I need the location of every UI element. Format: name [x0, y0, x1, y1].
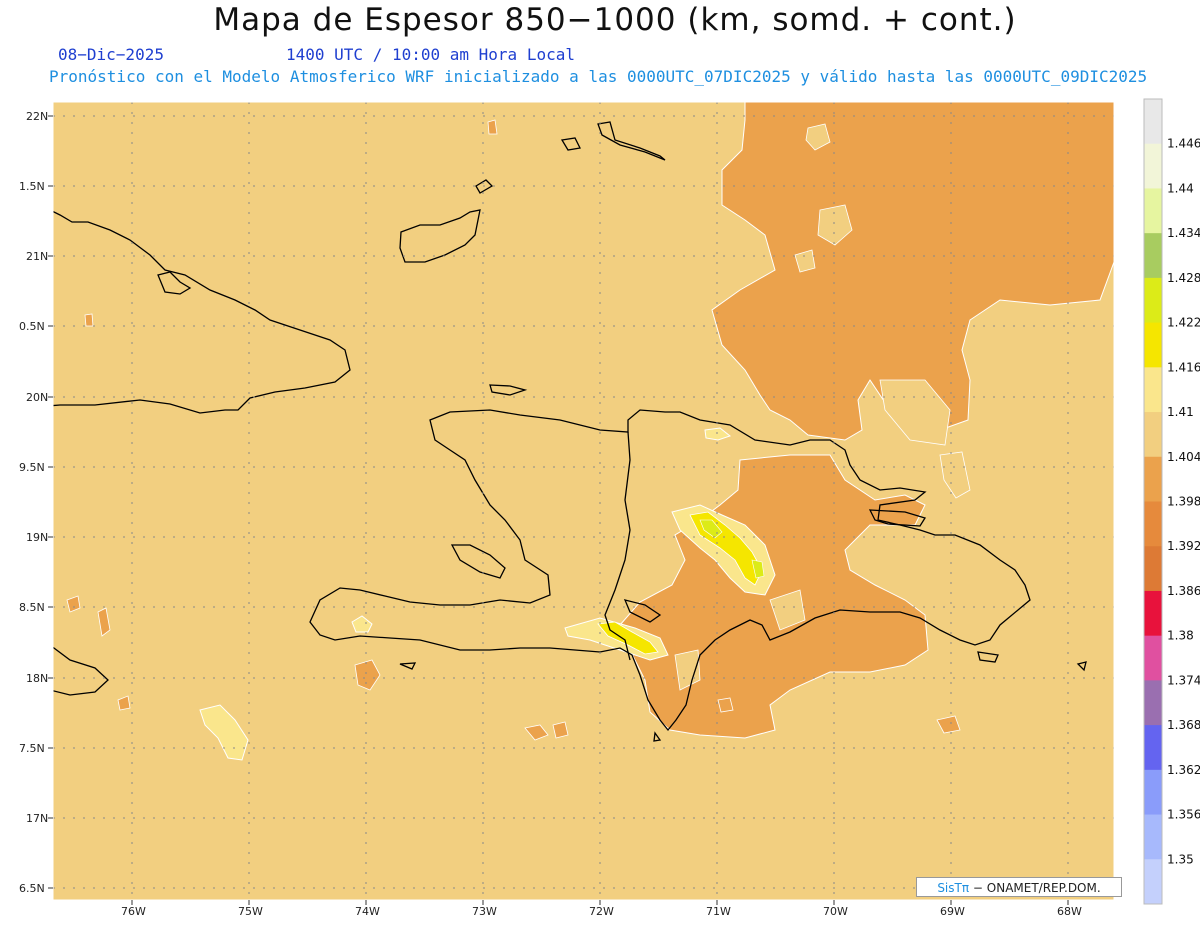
- lat-label: 9.5N: [19, 461, 45, 474]
- colorbar-swatch: [1144, 143, 1162, 189]
- colorbar-label: 1.404: [1167, 450, 1200, 464]
- colorbar-label: 1.422: [1167, 316, 1200, 330]
- colorbar-swatch: [1144, 635, 1162, 681]
- colorbar-label: 1.386: [1167, 584, 1200, 598]
- colorbar-swatch: [1144, 590, 1162, 637]
- colorbar-swatch: [1144, 412, 1162, 458]
- credit-box: SisTπ − ONAMET/REP.DOM.: [916, 877, 1122, 897]
- colorbar-swatch: [1144, 725, 1162, 771]
- lat-label: 1.5N: [19, 180, 45, 193]
- lon-label: 68W: [1057, 905, 1082, 918]
- colorbar-swatch: [1144, 814, 1162, 860]
- lon-label: 73W: [472, 905, 497, 918]
- colorbar-label: 1.44: [1167, 181, 1194, 195]
- colorbar-label: 1.368: [1167, 718, 1200, 732]
- lat-label: 0.5N: [19, 320, 45, 333]
- lat-ticks: [48, 115, 53, 889]
- lat-labels: 22N 1.5N 21N 0.5N 20N 9.5N 19N 8.5N 18N …: [19, 110, 48, 895]
- lon-label: 75W: [238, 905, 263, 918]
- colorbar-swatch: [1144, 859, 1162, 905]
- lon-label: 71W: [706, 905, 731, 918]
- colorbar-label: 1.416: [1167, 360, 1200, 374]
- colorbar-label: 1.362: [1167, 763, 1200, 777]
- colorbar-swatch: [1144, 277, 1162, 324]
- colorbar-swatch: [1144, 233, 1162, 279]
- lat-label: 17N: [26, 812, 48, 825]
- colorbar-label: 1.434: [1167, 226, 1200, 240]
- colorbar-swatch: [1144, 188, 1162, 234]
- colorbar-swatch: [1144, 501, 1162, 547]
- lat-label: 8.5N: [19, 601, 45, 614]
- credit-brand: SisTπ: [937, 881, 970, 895]
- colorbar-swatch: [1144, 680, 1162, 726]
- colorbar-label: 1.374: [1167, 673, 1200, 687]
- thickness-map: 22N 1.5N 21N 0.5N 20N 9.5N 19N 8.5N 18N …: [19, 98, 1200, 918]
- colorbar-label: 1.35: [1167, 852, 1194, 866]
- colorbar-label: 1.398: [1167, 495, 1200, 509]
- colorbar-label: 1.446: [1167, 137, 1200, 151]
- lon-label: 74W: [355, 905, 380, 918]
- lat-label: 18N: [26, 672, 48, 685]
- colorbar-swatch: [1144, 769, 1162, 816]
- colorbar-swatch: [1144, 322, 1162, 368]
- map-plot-area: [53, 102, 1114, 900]
- colorbar-label: 1.392: [1167, 539, 1200, 553]
- colorbar-label: 1.428: [1167, 271, 1200, 285]
- lat-label: 19N: [26, 531, 48, 544]
- colorbar-swatch: [1144, 456, 1162, 502]
- lat-label: 20N: [26, 391, 48, 404]
- colorbar-swatch: [1144, 367, 1162, 413]
- credit-text: − ONAMET/REP.DOM.: [972, 881, 1101, 895]
- lon-ticks: [131, 900, 1069, 905]
- colorbar-swatch: [1144, 546, 1162, 592]
- colorbar: 1.446 1.44 1.434 1.428 1.422 1.416 1.41 1.404 1.…: [1143, 98, 1200, 905]
- lon-label: 76W: [121, 905, 146, 918]
- lon-label: 70W: [823, 905, 848, 918]
- lat-label: 7.5N: [19, 742, 45, 755]
- colorbar-label: 1.41: [1167, 405, 1194, 419]
- lon-label: 72W: [589, 905, 614, 918]
- colorbar-label: 1.356: [1167, 808, 1200, 822]
- lat-label: 21N: [26, 250, 48, 263]
- colorbar-label: 1.38: [1167, 629, 1194, 643]
- lat-label: 6.5N: [19, 882, 45, 895]
- lon-label: 69W: [940, 905, 965, 918]
- colorbar-swatch: [1144, 99, 1162, 145]
- lon-labels: 76W 75W 74W 73W 72W 71W 70W 69W 68W: [121, 905, 1082, 918]
- lat-label: 22N: [26, 110, 48, 123]
